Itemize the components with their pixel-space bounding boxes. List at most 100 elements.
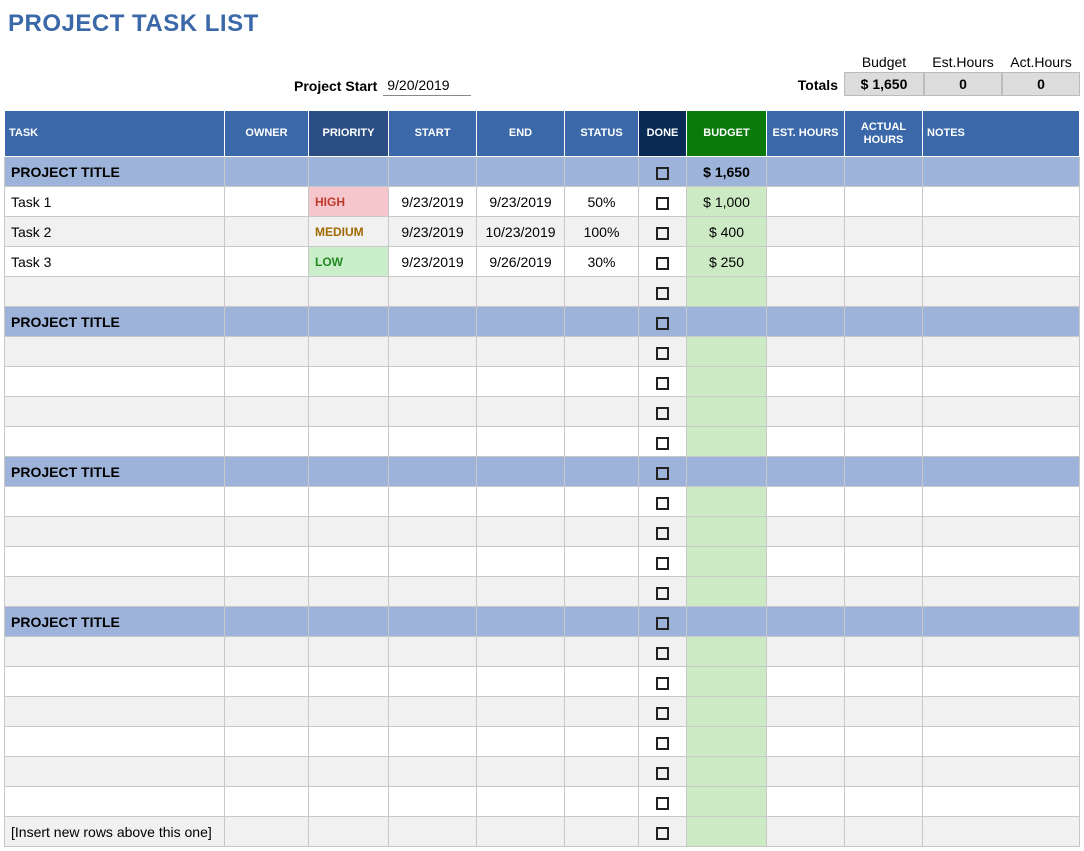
cell-notes[interactable] (923, 547, 1080, 577)
cell-notes[interactable] (923, 367, 1080, 397)
cell-priority[interactable] (309, 487, 389, 517)
cell-done[interactable] (639, 217, 687, 247)
table-row[interactable]: Task 1HIGH9/23/20199/23/201950%$ 1,000 (5, 187, 1080, 217)
cell-done[interactable] (639, 727, 687, 757)
cell-owner[interactable] (225, 517, 309, 547)
cell-est[interactable] (767, 517, 845, 547)
cell-budget[interactable] (687, 667, 767, 697)
table-row[interactable]: PROJECT TITLE (5, 307, 1080, 337)
done-checkbox-icon[interactable] (656, 347, 669, 360)
cell-budget[interactable] (687, 337, 767, 367)
cell-status[interactable] (565, 787, 639, 817)
cell-start[interactable] (389, 787, 477, 817)
cell-done[interactable] (639, 577, 687, 607)
cell-done[interactable] (639, 247, 687, 277)
cell-act[interactable] (845, 667, 923, 697)
cell-start[interactable] (389, 517, 477, 547)
done-checkbox-icon[interactable] (656, 257, 669, 270)
cell-status[interactable] (565, 727, 639, 757)
cell-owner[interactable] (225, 787, 309, 817)
cell-budget[interactable] (687, 577, 767, 607)
cell-priority[interactable]: HIGH (309, 187, 389, 217)
table-row[interactable] (5, 547, 1080, 577)
cell-start[interactable] (389, 367, 477, 397)
done-checkbox-icon[interactable] (656, 197, 669, 210)
cell-start[interactable] (389, 427, 477, 457)
cell-est[interactable] (767, 637, 845, 667)
cell-budget[interactable] (687, 787, 767, 817)
cell-status[interactable] (565, 667, 639, 697)
done-checkbox-icon[interactable] (656, 707, 669, 720)
done-checkbox-icon[interactable] (656, 557, 669, 570)
cell-task[interactable] (5, 727, 225, 757)
cell-start[interactable] (389, 637, 477, 667)
cell-status[interactable] (565, 697, 639, 727)
cell-act[interactable] (845, 427, 923, 457)
done-checkbox-icon[interactable] (656, 587, 669, 600)
cell-budget[interactable] (687, 487, 767, 517)
cell-status[interactable] (565, 577, 639, 607)
cell-done[interactable] (639, 307, 687, 337)
cell-budget[interactable] (687, 697, 767, 727)
cell-status[interactable] (565, 277, 639, 307)
cell-done[interactable] (639, 667, 687, 697)
done-checkbox-icon[interactable] (656, 287, 669, 300)
cell-end[interactable]: 9/23/2019 (477, 187, 565, 217)
cell-done[interactable] (639, 487, 687, 517)
done-checkbox-icon[interactable] (656, 617, 669, 630)
cell-est[interactable] (767, 547, 845, 577)
cell-est[interactable] (767, 667, 845, 697)
cell-end[interactable] (477, 637, 565, 667)
cell-est[interactable] (767, 247, 845, 277)
cell-task[interactable]: Task 2 (5, 217, 225, 247)
cell-owner[interactable] (225, 577, 309, 607)
cell-task[interactable] (5, 577, 225, 607)
cell-end[interactable] (477, 667, 565, 697)
table-row[interactable] (5, 697, 1080, 727)
done-checkbox-icon[interactable] (656, 767, 669, 780)
cell-end[interactable] (477, 727, 565, 757)
cell-act[interactable] (845, 547, 923, 577)
cell-priority[interactable] (309, 727, 389, 757)
cell-budget[interactable]: $ 1,000 (687, 187, 767, 217)
cell-owner[interactable] (225, 697, 309, 727)
cell-task[interactable]: Task 1 (5, 187, 225, 217)
cell-done[interactable] (639, 187, 687, 217)
cell-notes[interactable] (923, 337, 1080, 367)
cell-status[interactable] (565, 517, 639, 547)
cell-status[interactable] (565, 637, 639, 667)
cell-start[interactable] (389, 727, 477, 757)
table-row[interactable]: PROJECT TITLE (5, 607, 1080, 637)
cell-end[interactable] (477, 397, 565, 427)
cell-budget[interactable]: $ 400 (687, 217, 767, 247)
cell-act[interactable] (845, 517, 923, 547)
cell-task[interactable] (5, 637, 225, 667)
cell-notes[interactable] (923, 217, 1080, 247)
cell-priority[interactable] (309, 547, 389, 577)
table-row[interactable] (5, 667, 1080, 697)
cell-end[interactable] (477, 427, 565, 457)
cell-notes[interactable] (923, 577, 1080, 607)
cell-act[interactable] (845, 637, 923, 667)
cell-end[interactable] (477, 337, 565, 367)
cell-act[interactable] (845, 277, 923, 307)
cell-budget[interactable] (687, 727, 767, 757)
cell-budget[interactable] (687, 637, 767, 667)
project-start-value[interactable]: 9/20/2019 (383, 75, 471, 96)
done-checkbox-icon[interactable] (656, 497, 669, 510)
cell-est[interactable] (767, 487, 845, 517)
table-row[interactable] (5, 577, 1080, 607)
cell-priority[interactable] (309, 787, 389, 817)
cell-owner[interactable] (225, 217, 309, 247)
table-row[interactable] (5, 397, 1080, 427)
cell-end[interactable] (477, 367, 565, 397)
cell-priority[interactable] (309, 337, 389, 367)
cell-owner[interactable] (225, 757, 309, 787)
cell-owner[interactable] (225, 187, 309, 217)
cell-done[interactable] (639, 397, 687, 427)
cell-owner[interactable] (225, 397, 309, 427)
cell-done[interactable] (639, 637, 687, 667)
cell-done[interactable] (639, 607, 687, 637)
table-row[interactable] (5, 487, 1080, 517)
cell-start[interactable]: 9/23/2019 (389, 187, 477, 217)
